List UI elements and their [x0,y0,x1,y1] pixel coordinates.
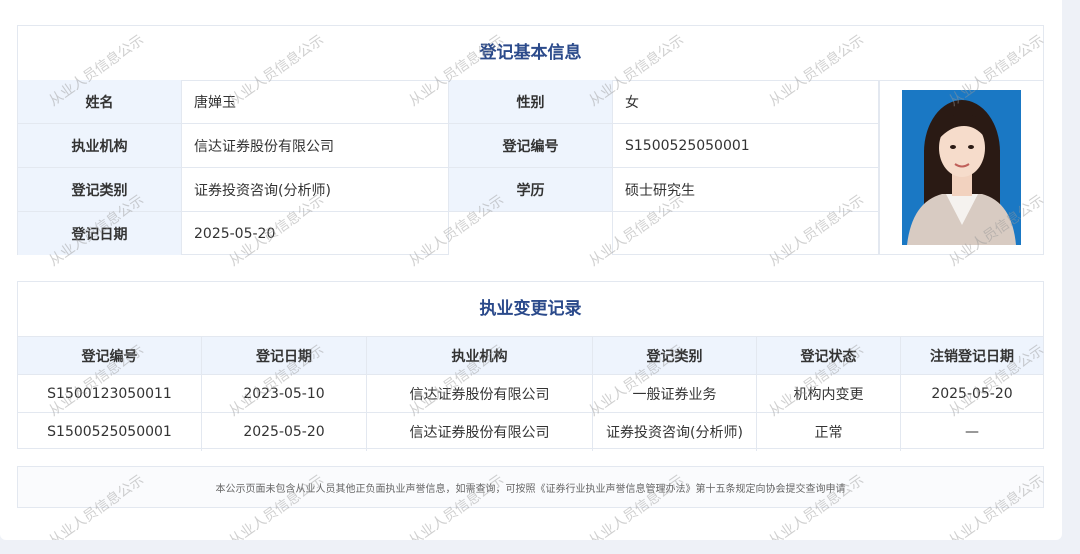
value-empty [613,212,879,255]
label-education: 学历 [449,168,613,211]
value-reg-number: S1500525050001 [613,124,879,167]
value-reg-category: 证券投资咨询(分析师) [182,168,449,211]
info-row: 登记日期 2025-05-20 [18,212,879,255]
page: 登记基本信息 姓名 唐婵玉 性别 女 执业机构 信达证券股份有限公司 登记编号 … [0,0,1062,540]
cell-cancel-date: — [965,424,979,440]
portrait-photo [902,90,1021,245]
table-row: S1500525050001 2025-05-20 信达证券股份有限公司 证券投… [18,413,1043,451]
change-records-section: 执业变更记录 登记编号 登记日期 执业机构 登记类别 登记状态 注销登记日期 S… [17,281,1044,451]
col-cancel-date: 注销登记日期 [930,348,1014,365]
cell-reg-status: 机构内变更 [757,375,901,412]
col-institution: 执业机构 [367,337,593,374]
cell-reg-category: 一般证券业务 [593,375,757,412]
cell-reg-number: S1500525050001 [18,413,202,451]
portrait-illustration [902,90,1021,245]
table-row: S1500123050011 2023-05-10 信达证券股份有限公司 一般证… [18,375,1043,413]
cell-cancel-date: 2025-05-20 [931,385,1013,402]
basic-info-title: 登记基本信息 [18,26,1043,81]
label-empty [449,212,613,255]
cell-reg-category: 证券投资咨询(分析师) [593,413,757,451]
label-reg-category: 登记类别 [18,168,182,211]
col-reg-status: 登记状态 [757,337,901,374]
label-gender: 性别 [449,80,613,123]
cell-institution: 信达证券股份有限公司 [367,375,593,412]
cell-reg-date: 2025-05-20 [202,413,367,451]
cell-reg-number: S1500123050011 [18,375,202,412]
disclaimer-notice: 本公示页面未包含从业人员其他正负面执业声誉信息，如需查询，可按照《证券行业执业声… [17,466,1044,508]
cell-reg-date: 2023-05-10 [202,375,367,412]
value-name: 唐婵玉 [182,80,449,123]
label-institution: 执业机构 [18,124,182,167]
photo-cell [879,80,1043,255]
value-institution: 信达证券股份有限公司 [182,124,449,167]
label-name: 姓名 [18,80,182,123]
basic-info-grid: 姓名 唐婵玉 性别 女 执业机构 信达证券股份有限公司 登记编号 S150052… [18,80,879,255]
label-reg-date: 登记日期 [18,212,182,255]
info-row: 登记类别 证券投资咨询(分析师) 学历 硕士研究生 [18,168,879,212]
value-reg-date: 2025-05-20 [182,212,449,255]
change-records-title: 执业变更记录 [18,282,1043,337]
cell-reg-status: 正常 [757,413,901,451]
cell-institution: 信达证券股份有限公司 [367,413,593,451]
col-reg-date: 登记日期 [202,337,367,374]
info-row: 执业机构 信达证券股份有限公司 登记编号 S1500525050001 [18,124,879,168]
basic-info-section: 登记基本信息 姓名 唐婵玉 性别 女 执业机构 信达证券股份有限公司 登记编号 … [17,25,1044,255]
value-education: 硕士研究生 [613,168,879,211]
table-header: 登记编号 登记日期 执业机构 登记类别 登记状态 注销登记日期 [18,337,1043,375]
value-gender: 女 [613,80,879,123]
info-row: 姓名 唐婵玉 性别 女 [18,80,879,124]
label-reg-number: 登记编号 [449,124,613,167]
col-reg-category: 登记类别 [593,337,757,374]
col-reg-number: 登记编号 [18,337,202,374]
